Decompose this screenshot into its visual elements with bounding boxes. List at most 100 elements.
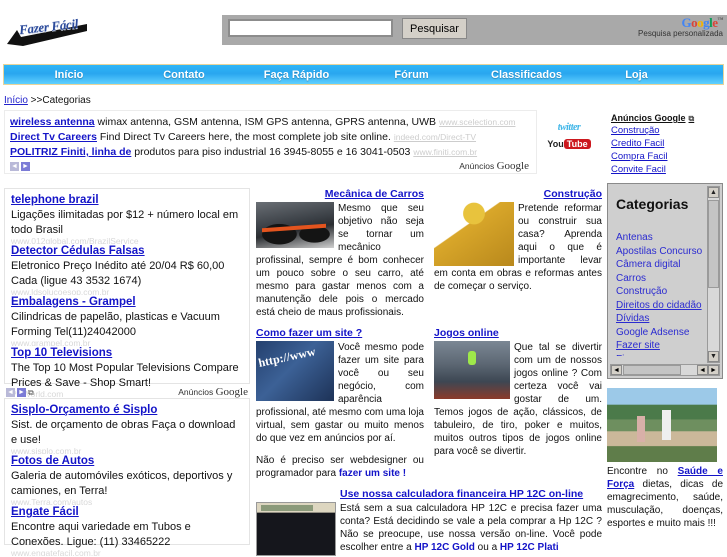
scrollbar-thumb-horizontal[interactable] xyxy=(623,365,681,375)
category-item-fimes[interactable]: Fimes xyxy=(616,353,702,357)
search-input[interactable] xyxy=(228,19,393,37)
top-ad-title[interactable]: Direct Tv Careers xyxy=(10,131,97,143)
next-ad-arrow-icon[interactable]: ► xyxy=(21,161,30,171)
scroll-left-arrow-icon-2[interactable]: ◄ xyxy=(697,365,708,375)
content-card-body-mid: ou a xyxy=(474,542,500,553)
saude-text-pre: Encontre no xyxy=(607,466,678,477)
right-ad-link[interactable]: Credito Facil xyxy=(611,137,707,150)
right-ad-link[interactable]: Construção xyxy=(611,124,707,137)
content-card-title[interactable]: Use nossa calculadora financeira HP 12C … xyxy=(340,488,602,500)
site-logo[interactable]: Fazer Fácil xyxy=(5,10,93,57)
info-icon[interactable]: ⧉ xyxy=(689,114,695,123)
content-card-title[interactable]: Jogos online xyxy=(434,327,602,339)
scroll-right-arrow-icon[interactable]: ► xyxy=(708,365,719,375)
category-item-google-adsense[interactable]: Google Adsense xyxy=(616,326,702,340)
google-custom-search-label: Pesquisa personalizada xyxy=(638,29,723,38)
left-ad-desc: Galeria de automóviles exóticos, deporti… xyxy=(11,470,233,497)
scroll-down-arrow-icon[interactable]: ▼ xyxy=(708,351,719,362)
next-ad-arrow-icon[interactable]: ► xyxy=(17,387,26,397)
category-item-direitos-do-cidadao[interactable]: Direitos do cidadão xyxy=(616,299,702,313)
breadcrumb-separator: >> xyxy=(27,95,43,106)
category-item-fazer-site[interactable]: Fazer site xyxy=(616,339,702,353)
scroll-up-arrow-icon[interactable]: ▲ xyxy=(708,187,719,198)
fazer-um-site-link[interactable]: fazer um site ! xyxy=(339,468,406,479)
top-ad-url[interactable]: indeed.com/Direct-TV xyxy=(394,132,476,142)
top-ad-title[interactable]: wireless antenna xyxy=(10,116,95,128)
prev-ad-arrow-icon[interactable]: ◄ xyxy=(10,161,19,171)
site-header: Fazer Fácil Pesquisar Google™ Pesquisa p… xyxy=(0,0,727,60)
twitter-icon[interactable]: twitter xyxy=(543,122,595,133)
search-button[interactable]: Pesquisar xyxy=(402,18,467,39)
ads-by-google-footer: Anúncios Google xyxy=(178,386,248,398)
nav-item-inicio[interactable]: Início xyxy=(4,65,134,84)
google-custom-search-brand: Google™ Pesquisa personalizada xyxy=(638,16,723,38)
category-item-camera-digital[interactable]: Câmera digital xyxy=(616,258,702,272)
content-card-title[interactable]: Construção xyxy=(434,188,602,200)
scroll-left-arrow-icon[interactable]: ◄ xyxy=(611,365,622,375)
category-item-antenas[interactable]: Antenas xyxy=(616,231,702,245)
nav-item-loja[interactable]: Loja xyxy=(589,65,684,84)
content-card-construcao: Construção Pretende reformar ou construi… xyxy=(434,188,602,319)
categorias-panel: Categorias Antenas Apostilas Concursos C… xyxy=(607,183,723,379)
ads-by-google-footer: Anúncios Google xyxy=(459,160,529,172)
left-ad-desc: Cilindricas de papelão, plasticas e Vacu… xyxy=(11,311,220,338)
content-card-title[interactable]: Mecânica de Carros xyxy=(256,188,424,200)
category-item-apostilas-concursos[interactable]: Apostilas Concursos xyxy=(616,245,702,259)
left-ad-url[interactable]: www.engatefacil.com.br xyxy=(11,550,243,556)
page-root: Fazer Fácil Pesquisar Google™ Pesquisa p… xyxy=(0,0,727,556)
scrollbar-track[interactable] xyxy=(681,365,697,375)
top-ad-title[interactable]: POLITRIZ Finiti, linha de xyxy=(10,146,131,158)
top-ad-url[interactable]: www.finiti.com.br xyxy=(413,147,477,157)
breadcrumb-home-link[interactable]: Início xyxy=(4,95,28,106)
nav-item-classificados[interactable]: Classificados xyxy=(464,65,589,84)
categorias-list[interactable]: Antenas Apostilas Concursos Câmera digit… xyxy=(616,231,702,356)
left-google-ads-block-2: Sisplo-Orçamento é Sisplo Sist. de orçam… xyxy=(4,398,250,556)
search-bar: Pesquisar Google™ Pesquisa personalizada xyxy=(222,15,727,45)
content-card-body-wrapper: Você mesmo pode fazer um site para você … xyxy=(256,341,424,480)
content-card-title[interactable]: Como fazer um site ? xyxy=(256,327,424,339)
left-ads-footer: ◄ ► ⧉ Anúncios Google xyxy=(6,386,250,398)
right-ad-link[interactable]: Compra Facil xyxy=(611,150,707,163)
hp12c-gold-link[interactable]: HP 12C Gold xyxy=(415,542,475,553)
left-ad-title[interactable]: Embalagens - Grampel xyxy=(11,295,243,310)
categorias-horizontal-scrollbar[interactable]: ◄ ◄ ► xyxy=(610,364,720,376)
youtube-tube-text: Tube xyxy=(563,139,591,150)
nav-item-faca-rapido[interactable]: Faça Rápido xyxy=(234,65,359,84)
main-navigation: Início Contato Faça Rápido Fórum Classif… xyxy=(3,64,724,85)
content-card-jogos-online: Jogos online Que tal se divertir com um … xyxy=(434,327,602,480)
breadcrumb-current: Categorias xyxy=(42,95,91,106)
ads-by-google-label: Anúncios xyxy=(178,387,214,397)
right-ad-link[interactable]: Convite Facil xyxy=(611,163,707,176)
top-ad-desc: produtos para piso industrial 16 3945-80… xyxy=(131,146,411,158)
prev-ad-arrow-icon[interactable]: ◄ xyxy=(6,387,15,397)
nav-item-contato[interactable]: Contato xyxy=(134,65,234,84)
left-ad-title[interactable]: Engate Fácil xyxy=(11,505,243,520)
content-card-como-fazer-site: Como fazer um site ? Você mesmo pode faz… xyxy=(256,327,424,480)
left-ad-title[interactable]: Top 10 Televisions xyxy=(11,346,243,361)
top-google-ads-block: wireless antenna wimax antenna, GSM ante… xyxy=(4,110,537,174)
youtube-icon[interactable]: You Tube xyxy=(547,138,591,150)
content-row: Mecânica de Carros Mesmo que seu objetiv… xyxy=(256,188,602,319)
content-row: Como fazer um site ? Você mesmo pode faz… xyxy=(256,327,602,480)
left-ad-title[interactable]: Sisplo-Orçamento é Sisplo xyxy=(11,403,243,418)
ads-by-google-label: Anúncios xyxy=(459,161,495,171)
left-ad-title[interactable]: telephone brazil xyxy=(11,193,243,208)
main-content: Mecânica de Carros Mesmo que seu objetiv… xyxy=(256,188,602,557)
top-ad-url[interactable]: www.scelection.com xyxy=(439,117,516,127)
category-item-dividas[interactable]: Dívidas xyxy=(616,312,702,326)
left-ad-title[interactable]: Fotos de Autos xyxy=(11,454,243,469)
nav-item-forum[interactable]: Fórum xyxy=(359,65,464,84)
social-badges: twitter You Tube xyxy=(543,120,595,172)
top-ad-desc: Find Direct Tv Careers here, the most co… xyxy=(96,131,391,143)
categorias-vertical-scrollbar[interactable]: ▲ ▼ xyxy=(707,186,720,363)
runners-lake-mountain-photo xyxy=(607,388,717,462)
info-icon[interactable]: ⧉ xyxy=(28,388,34,397)
category-item-construcao[interactable]: Construção xyxy=(616,285,702,299)
scrollbar-thumb-vertical[interactable] xyxy=(708,200,719,288)
sports-car-thumbnail-image xyxy=(256,202,334,248)
content-card-calculadora: Use nossa calculadora financeira HP 12C … xyxy=(256,488,602,556)
category-item-carros[interactable]: Carros xyxy=(616,272,702,286)
left-ad-desc: Ligações ilimitadas por $12 + número loc… xyxy=(11,209,239,236)
hp12c-platinum-link[interactable]: HP 12C Plati xyxy=(500,542,559,553)
left-ad-title[interactable]: Detector Cédulas Falsas xyxy=(11,244,243,259)
